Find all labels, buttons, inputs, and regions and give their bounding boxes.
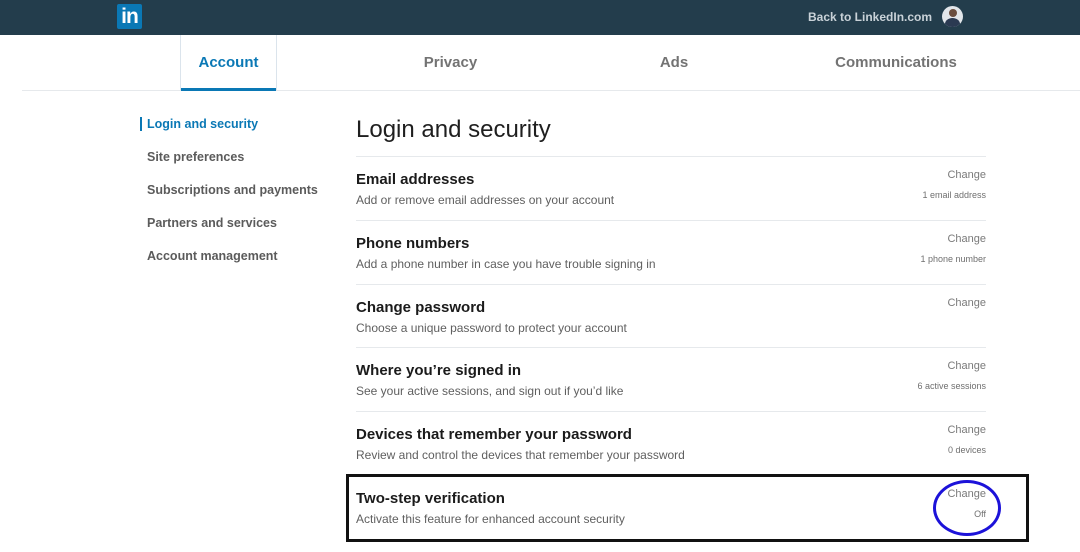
annotation-highlight-circle (933, 480, 1001, 536)
change-button[interactable]: Change (947, 424, 986, 436)
top-navigation-bar: in Back to LinkedIn.com (0, 0, 1080, 35)
avatar[interactable] (942, 6, 963, 27)
sidebar-item-site-preferences[interactable]: Site preferences (140, 150, 244, 164)
tab-communications[interactable]: Communications (812, 35, 980, 90)
row-status: 6 active sessions (917, 381, 986, 391)
row-status: 0 devices (947, 445, 986, 455)
change-button[interactable]: Change (947, 297, 986, 309)
annotation-highlight-box (346, 474, 1029, 542)
row-description: Choose a unique password to protect your… (356, 321, 627, 335)
linkedin-logo-icon[interactable]: in (117, 4, 142, 29)
settings-row-email-addresses[interactable]: Email addresses Add or remove email addr… (356, 156, 986, 220)
change-button[interactable]: Change (947, 360, 986, 372)
settings-row-change-password[interactable]: Change password Choose a unique password… (356, 284, 986, 348)
sidebar-item-partners-and-services[interactable]: Partners and services (140, 216, 277, 230)
sidebar-item-login-and-security[interactable]: Login and security (140, 117, 258, 131)
tab-privacy[interactable]: Privacy (392, 35, 509, 90)
settings-row-phone-numbers[interactable]: Phone numbers Add a phone number in case… (356, 220, 986, 284)
row-description: Add a phone number in case you have trou… (356, 257, 656, 271)
page-title: Login and security (356, 116, 551, 143)
row-title: Email addresses (356, 171, 475, 188)
settings-row-where-signed-in[interactable]: Where you’re signed in See your active s… (356, 347, 986, 411)
row-description: Review and control the devices that reme… (356, 448, 685, 462)
row-title: Phone numbers (356, 235, 470, 252)
sidebar-item-subscriptions-and-payments[interactable]: Subscriptions and payments (140, 183, 318, 197)
settings-row-devices-remember-password[interactable]: Devices that remember your password Revi… (356, 411, 986, 475)
row-status: 1 phone number (920, 254, 986, 264)
row-title: Change password (356, 299, 486, 316)
tab-account[interactable]: Account (180, 35, 277, 91)
change-button[interactable]: Change (947, 169, 986, 181)
avatar-head-shape (949, 9, 957, 17)
tab-ads[interactable]: Ads (632, 35, 716, 90)
change-button[interactable]: Change (947, 233, 986, 245)
row-title: Devices that remember your password (356, 426, 632, 443)
settings-tabs: Account Privacy Ads Communications (22, 35, 1080, 91)
row-title: Where you’re signed in (356, 362, 522, 379)
row-status: 1 email address (922, 190, 986, 200)
avatar-body-shape (945, 18, 960, 27)
back-to-linkedin-link[interactable]: Back to LinkedIn.com (808, 10, 932, 24)
row-description: Add or remove email addresses on your ac… (356, 193, 615, 207)
row-description: See your active sessions, and sign out i… (356, 384, 624, 398)
sidebar-item-account-management[interactable]: Account management (140, 249, 278, 263)
